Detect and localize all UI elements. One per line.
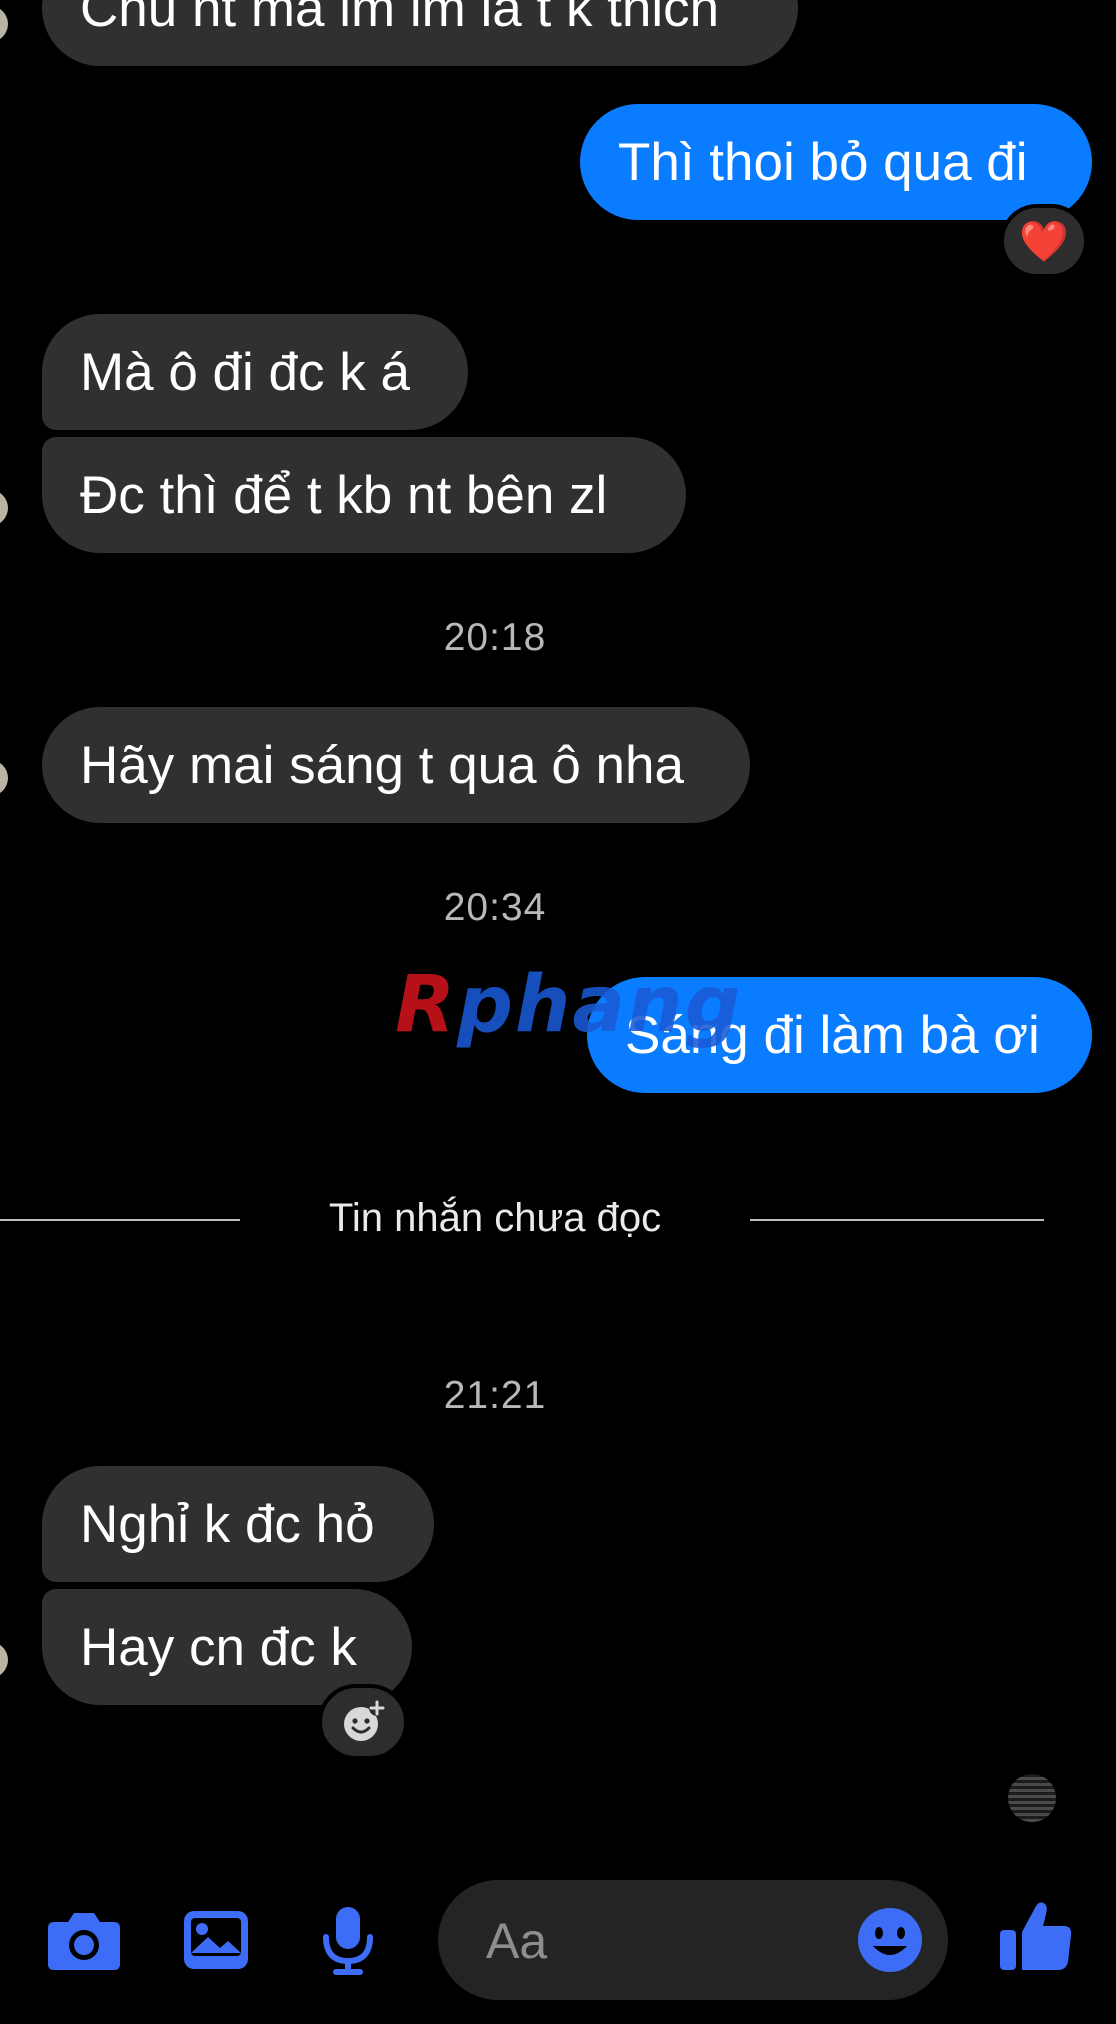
sender-avatar[interactable] (0, 1642, 8, 1678)
message-text: Thì thoi bỏ qua đi (618, 132, 1028, 192)
watermark-logo: Rphang (395, 960, 743, 1050)
sender-avatar[interactable] (0, 6, 8, 42)
message-timestamp: 20:18 (443, 616, 547, 659)
reaction-heart[interactable]: ❤️ (1000, 204, 1088, 278)
gallery-button[interactable] (176, 1900, 256, 1980)
thumbs-up-icon (1000, 1902, 1072, 1970)
add-reaction-icon (344, 1700, 385, 1741)
message-bubble-incoming[interactable]: Chu nt ma im im la t k thich (42, 0, 798, 66)
message-timestamp: 21:21 (443, 1374, 547, 1417)
message-input[interactable] (484, 1902, 848, 1980)
heart-icon: ❤️ (1019, 219, 1069, 264)
message-text: Nghỉ k đc hỏ (80, 1494, 375, 1554)
message-timestamp: 20:34 (443, 886, 547, 929)
message-text: Chu nt ma im im la t k thich (80, 0, 720, 38)
message-text: Hãy mai sáng t qua ô nha (80, 735, 684, 795)
message-bubble-outgoing[interactable]: Thì thoi bỏ qua đi (580, 104, 1092, 220)
message-text: Mà ô đi đc k á (80, 342, 410, 402)
gallery-icon (184, 1911, 248, 1969)
message-bubble-incoming[interactable]: Hãy mai sáng t qua ô nha (42, 707, 750, 823)
emoji-icon (858, 1908, 922, 1972)
read-receipt-avatar (1008, 1774, 1056, 1822)
message-bubble-incoming[interactable]: Mà ô đi đc k á (42, 314, 468, 430)
emoji-button[interactable] (850, 1900, 930, 1980)
divider-line-right (750, 1219, 1044, 1221)
camera-button[interactable] (44, 1900, 124, 1980)
sender-avatar[interactable] (0, 490, 8, 526)
like-button[interactable] (996, 1896, 1076, 1976)
microphone-button[interactable] (308, 1900, 388, 1980)
microphone-icon (323, 1907, 373, 1975)
camera-icon (48, 1913, 120, 1970)
message-text: Hay cn đc k (80, 1617, 357, 1677)
message-text: Đc thì để t kb nt bên zl (80, 465, 608, 525)
message-composer[interactable] (438, 1880, 948, 2000)
message-bubble-incoming[interactable]: Đc thì để t kb nt bên zl (42, 437, 686, 553)
message-bubble-incoming[interactable]: Nghỉ k đc hỏ (42, 1466, 434, 1582)
add-reaction-button[interactable] (318, 1684, 408, 1760)
sender-avatar[interactable] (0, 760, 8, 796)
